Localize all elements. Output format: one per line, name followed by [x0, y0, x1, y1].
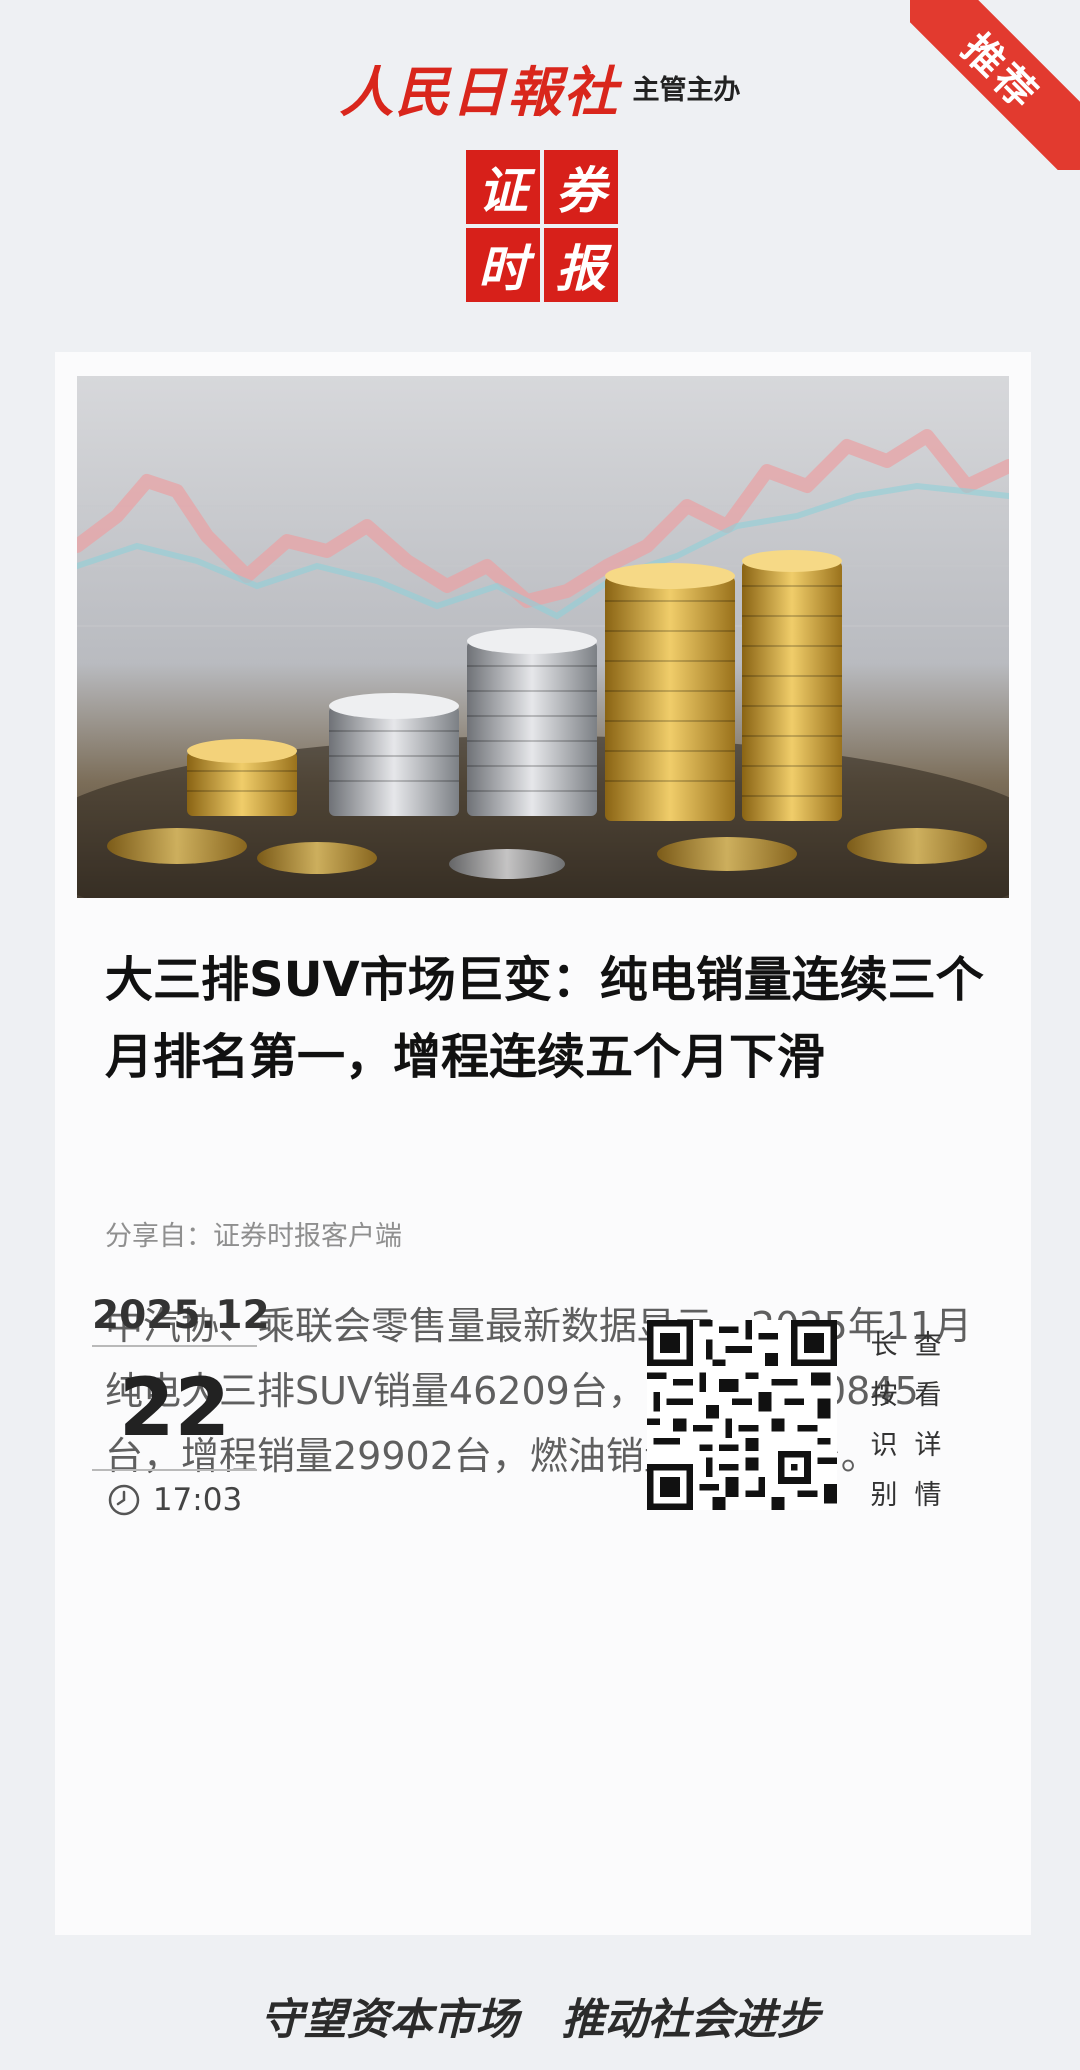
securities-times-logo: 证 券 时 报: [466, 150, 618, 302]
logo-char: 证: [466, 150, 540, 224]
publish-time: 17:03: [152, 1482, 243, 1518]
qr-hint-char: 识: [870, 1429, 898, 1461]
qr-code[interactable]: [647, 1320, 837, 1510]
logo-char: 时: [466, 228, 540, 302]
sponsor-text: 主管主办: [632, 75, 741, 106]
article-headline: 大三排SUV市场巨变：纯电销量连续三个月排名第一，增程连续五个月下滑: [105, 952, 984, 1085]
qr-hint-char: 长: [870, 1329, 898, 1361]
qr-hint-char: 详: [914, 1429, 942, 1461]
masthead: 人民日報社 主管主办: [0, 48, 1080, 127]
publish-date: 2025.12 22 17:03: [92, 1287, 270, 1529]
share-source: 分享自：证券时报客户端: [105, 1221, 402, 1252]
qr-hint-char: 别: [870, 1479, 898, 1511]
coins-stock-chart-illustration: [77, 429, 1009, 898]
time-row: 17:03: [92, 1471, 257, 1529]
footer-slogan: 守望资本市场 推动社会进步: [260, 1995, 820, 2045]
qr-hint-char: 查: [914, 1329, 942, 1361]
qr-hint-char: 情: [914, 1479, 942, 1511]
clock-icon: [108, 1484, 140, 1516]
qr-hint: 长 查 按 看 识 详 别 情: [862, 1317, 950, 1517]
date-year-month: 2025.12: [92, 1293, 270, 1338]
logo-char: 报: [544, 228, 618, 302]
people-daily-logo: 人民日報社: [339, 60, 620, 124]
qr-hint-char: 按: [870, 1379, 898, 1411]
date-day: 22: [118, 1361, 231, 1454]
article-card[interactable]: 大三排SUV市场巨变：纯电销量连续三个月排名第一，增程连续五个月下滑 分享自：证…: [55, 352, 1031, 1935]
qr-code-image: [647, 1320, 837, 1510]
qr-hint-char: 看: [914, 1379, 942, 1411]
hero-image: [77, 376, 1009, 898]
logo-char: 券: [544, 150, 618, 224]
